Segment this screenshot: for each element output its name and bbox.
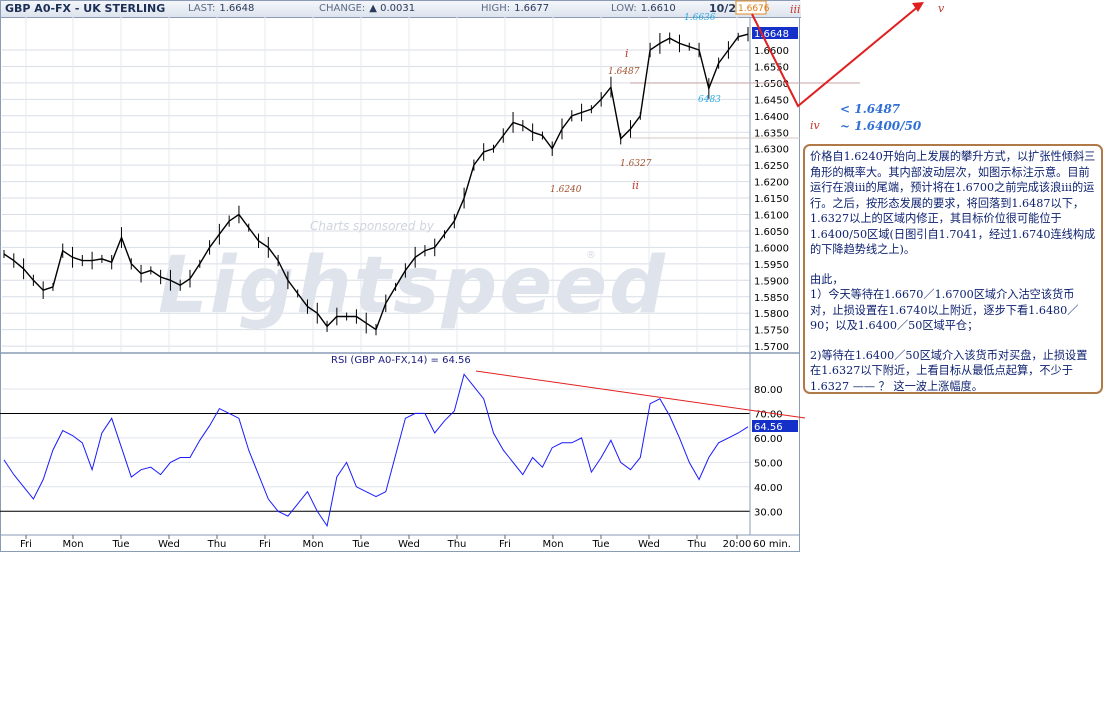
analysis-annotation-box: 价格自1.6240开始向上发展的攀升方式，以扩张性倾斜三角形的概率大。其内部波动… xyxy=(803,144,1103,394)
price-label-1.6240: 1.6240 xyxy=(550,185,582,195)
wave-label-iii: iii xyxy=(790,3,801,16)
x-tick-label: Wed xyxy=(398,539,420,550)
rsi-y-tick-label: 30.00 xyxy=(754,507,783,518)
price-label-1.6487: 1.6487 xyxy=(608,67,640,77)
x-tick-label: Fri xyxy=(20,539,32,550)
x-tick-label: Mon xyxy=(542,539,563,550)
rsi-y-tick-label: 50.00 xyxy=(754,458,783,469)
analysis-paragraph-2: 1）今天等待在1.6670／1.6700区域介入沽空该货币对，止损设置在1.67… xyxy=(810,288,1079,332)
price-y-tick-label: 1.6150 xyxy=(754,194,789,205)
x-tick-label: Tue xyxy=(111,539,129,550)
price-label-1.6327: 1.6327 xyxy=(620,159,652,169)
rsi-y-tick-label: 60.00 xyxy=(754,434,783,445)
sponsor-registered-mark: ® xyxy=(586,250,596,261)
price-y-tick-label: 1.5850 xyxy=(754,293,789,304)
price-y-tick-label: 1.6250 xyxy=(754,161,789,172)
sponsor-text: Charts sponsored by xyxy=(310,219,435,233)
x-tick-label: Thu xyxy=(447,539,467,550)
x-tick-label: 20:00 xyxy=(723,539,752,550)
price-y-tick-label: 1.6300 xyxy=(754,145,789,156)
wave-label-i: i xyxy=(625,47,629,60)
price-y-tick-label: 1.6100 xyxy=(754,211,789,222)
analysis-conclusion-title: 由此， xyxy=(810,272,844,286)
x-tick-label: Wed xyxy=(638,539,660,550)
target-label-2: ~ 1.6400/50 xyxy=(840,119,922,133)
price-y-tick-label: 1.6550 xyxy=(754,62,789,73)
price-y-tick-label: 1.6050 xyxy=(754,227,789,238)
x-tick-label: Mon xyxy=(302,539,323,550)
price-y-tick-label: 1.5800 xyxy=(754,309,789,320)
price-y-tick-label: 1.6000 xyxy=(754,243,789,254)
interval-label: 60 min. xyxy=(753,539,791,550)
wave-label-v: v xyxy=(938,2,945,15)
x-tick-label: Fri xyxy=(259,539,271,550)
price-y-tick-label: 1.5900 xyxy=(754,276,789,287)
x-tick-label: Fri xyxy=(499,539,511,550)
price-y-tick-label: 1.5700 xyxy=(754,342,789,353)
price-y-tick-label: 1.5950 xyxy=(754,260,789,271)
x-tick-label: Tue xyxy=(591,539,609,550)
price-y-tick-label: 1.6400 xyxy=(754,112,789,123)
analysis-paragraph-1: 价格自1.6240开始向上发展的攀升方式，以扩张性倾斜三角形的概率大。其内部波动… xyxy=(810,150,1096,256)
target-label-1: < 1.6487 xyxy=(840,102,901,116)
price-y-tick-label: 1.6450 xyxy=(754,95,789,106)
rsi-title: RSI (GBP A0-FX,14) = 64.56 xyxy=(331,355,471,366)
price-y-tick-label: 1.6200 xyxy=(754,178,789,189)
rsi-y-tick-label: 40.00 xyxy=(754,483,783,494)
high-price-tag: 1.6676 xyxy=(738,4,770,14)
wave-label-ii: ii xyxy=(632,179,639,192)
rsi-y-tick-label: 80.00 xyxy=(754,385,783,396)
wave-label-iv: iv xyxy=(810,119,821,132)
analysis-paragraph-3: 2)等待在1.6400／50区域介入该货币对买盘，止损设置在1.6327以下附近… xyxy=(810,348,1088,393)
x-tick-label: Thu xyxy=(207,539,227,550)
x-tick-label: Thu xyxy=(687,539,707,550)
price-y-tick-label: 1.6500 xyxy=(754,79,789,90)
price-label-1.6636: 1.6636 xyxy=(684,13,716,23)
price-label-6483: 6483 xyxy=(698,95,721,105)
x-tick-label: Mon xyxy=(62,539,83,550)
rsi-line xyxy=(3,373,749,528)
x-tick-label: Wed xyxy=(158,539,180,550)
rsi-value-tag: 64.56 xyxy=(754,422,783,433)
price-y-tick-label: 1.5750 xyxy=(754,326,789,337)
x-tick-label: Tue xyxy=(351,539,369,550)
